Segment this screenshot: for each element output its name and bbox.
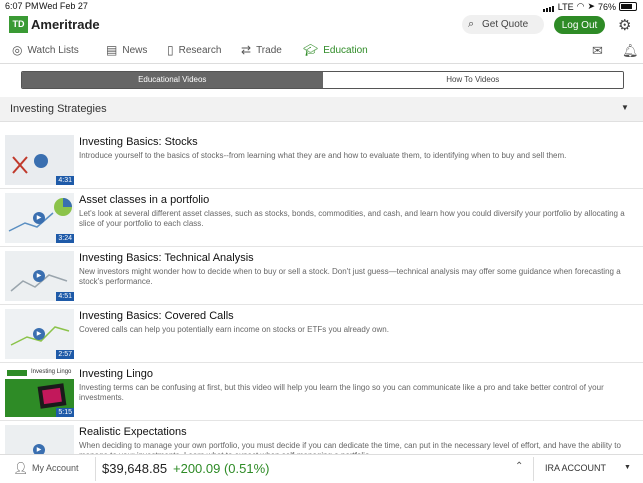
news-icon: ▤ — [106, 43, 118, 57]
video-thumbnail: ▶ 4:51 — [5, 251, 74, 301]
video-thumbnail: 4:31 — [5, 135, 74, 185]
my-account-link[interactable]: My Account — [32, 463, 79, 473]
nav-education[interactable]: 🎓︎ Education — [303, 43, 368, 57]
status-bar: 6:07 PM Wed Feb 27 LTE ◠ ➤ 76% — [0, 0, 643, 12]
video-thumbnail: ▶ 2:57 — [5, 309, 74, 359]
nav-label: Watch Lists — [27, 44, 79, 56]
video-title: Asset classes in a portfolio — [79, 194, 210, 206]
nav-news[interactable]: ▤ News — [106, 43, 147, 57]
video-title: Investing Basics: Technical Analysis — [79, 252, 254, 264]
search-icon: ⌕ — [468, 18, 475, 30]
watchlist-icon: ◎ — [12, 43, 23, 57]
video-description: Let's look at several different asset cl… — [79, 209, 625, 228]
video-title: Investing Lingo — [79, 368, 153, 380]
nav-research[interactable]: ▯ Research — [167, 43, 221, 57]
video-thumbnail: ▶ — [5, 425, 74, 455]
list-item[interactable]: ▶ 3:24 Asset classes in a portfolio Let'… — [0, 189, 643, 247]
video-thumbnail: Investing Lingo 5:15 — [5, 367, 74, 417]
gear-icon[interactable]: ⚙ — [618, 16, 631, 34]
mail-icon[interactable]: ✉ — [592, 43, 603, 59]
graduation-cap-icon: 🎓︎ — [303, 43, 319, 57]
video-title: Investing Basics: Stocks — [79, 136, 198, 148]
logout-button[interactable]: Log Out — [554, 16, 605, 34]
nav-label: Trade — [256, 44, 282, 56]
carrier-label: LTE — [557, 1, 574, 12]
signal-icon — [542, 2, 555, 12]
account-selector[interactable]: IRA ACCOUNT — [545, 463, 606, 473]
divider — [95, 457, 96, 481]
play-icon: ▶ — [33, 212, 45, 224]
get-quote-search[interactable]: ⌕ Get Quote — [462, 15, 544, 34]
bell-icon[interactable]: 🔔︎ — [622, 43, 639, 59]
location-icon: ➤ — [587, 1, 595, 11]
video-description: When deciding to manage your own portfol… — [79, 441, 621, 455]
tab-educational-videos[interactable]: Educational Videos — [22, 72, 323, 88]
video-description: Introduce yourself to the basics of stoc… — [79, 151, 567, 160]
caret-down-icon: ▼ — [624, 464, 631, 471]
strategy-dropdown[interactable]: Investing Strategies ▼ — [0, 97, 643, 122]
video-duration: 3:24 — [56, 234, 74, 243]
caret-down-icon: ▼ — [621, 103, 629, 112]
account-balance: $39,648.85 — [102, 461, 168, 476]
play-icon: ▶ — [33, 328, 45, 340]
video-title: Investing Basics: Covered Calls — [79, 310, 234, 322]
thumbnail-caption: Investing Lingo — [31, 369, 72, 375]
brand-name: Ameritrade — [31, 17, 100, 32]
status-date: Wed Feb 27 — [39, 1, 88, 11]
account-change: +200.09 (0.51%) — [173, 461, 270, 476]
play-icon: ▶ — [33, 270, 45, 282]
video-thumbnail: ▶ 3:24 — [5, 193, 74, 243]
td-logo: TD — [9, 16, 28, 33]
expand-up-icon[interactable]: ⌃ — [515, 461, 523, 472]
list-item[interactable]: ▶ Realistic Expectations When deciding t… — [0, 421, 643, 455]
tab-how-to-videos[interactable]: How To Videos — [322, 72, 623, 88]
nav-label: News — [122, 44, 148, 56]
main-nav: ◎ Watch Lists ▤ News ▯ Research ⇄ Trade … — [0, 38, 643, 64]
nav-watch-lists[interactable]: ◎ Watch Lists — [12, 43, 79, 57]
account-bar: 👤︎ My Account $39,648.85 +200.09 (0.51%)… — [0, 454, 643, 483]
person-icon: 👤︎ — [13, 461, 29, 475]
list-item[interactable]: ▶ 4:51 Investing Basics: Technical Analy… — [0, 247, 643, 305]
battery-percent: 76% — [597, 1, 616, 12]
video-type-tabs: Educational Videos How To Videos — [21, 71, 624, 89]
get-quote-placeholder: Get Quote — [482, 19, 529, 30]
status-time: 6:07 PM — [5, 1, 39, 11]
nav-trade[interactable]: ⇄ Trade — [241, 43, 282, 57]
list-item[interactable]: Investing Lingo 5:15 Investing Lingo Inv… — [0, 363, 643, 421]
video-duration: 5:15 — [56, 408, 74, 417]
research-icon: ▯ — [167, 43, 174, 57]
wifi-icon: ◠ — [576, 1, 585, 11]
video-description: Covered calls can help you potentially e… — [79, 325, 389, 334]
nav-label: Education — [323, 44, 368, 56]
list-item[interactable]: ▶ 2:57 Investing Basics: Covered Calls C… — [0, 305, 643, 363]
list-item[interactable]: 4:31 Investing Basics: Stocks Introduce … — [0, 131, 643, 189]
divider — [533, 457, 534, 481]
video-description: Investing terms can be confusing at firs… — [79, 383, 604, 402]
status-indicators: LTE ◠ ➤ 76% — [542, 1, 637, 12]
trade-icon: ⇄ — [241, 43, 252, 57]
battery-icon — [619, 2, 637, 11]
strategy-label: Investing Strategies — [10, 103, 107, 115]
video-title: Realistic Expectations — [79, 426, 187, 438]
video-duration: 2:57 — [56, 350, 74, 359]
video-duration: 4:31 — [56, 176, 74, 185]
nav-label: Research — [178, 44, 222, 56]
video-duration: 4:51 — [56, 292, 74, 301]
video-description: New investors might wonder how to decide… — [79, 267, 621, 286]
app-header: TD Ameritrade ⌕ Get Quote Log Out ⚙ — [0, 12, 643, 38]
video-list: 4:31 Investing Basics: Stocks Introduce … — [0, 131, 643, 455]
